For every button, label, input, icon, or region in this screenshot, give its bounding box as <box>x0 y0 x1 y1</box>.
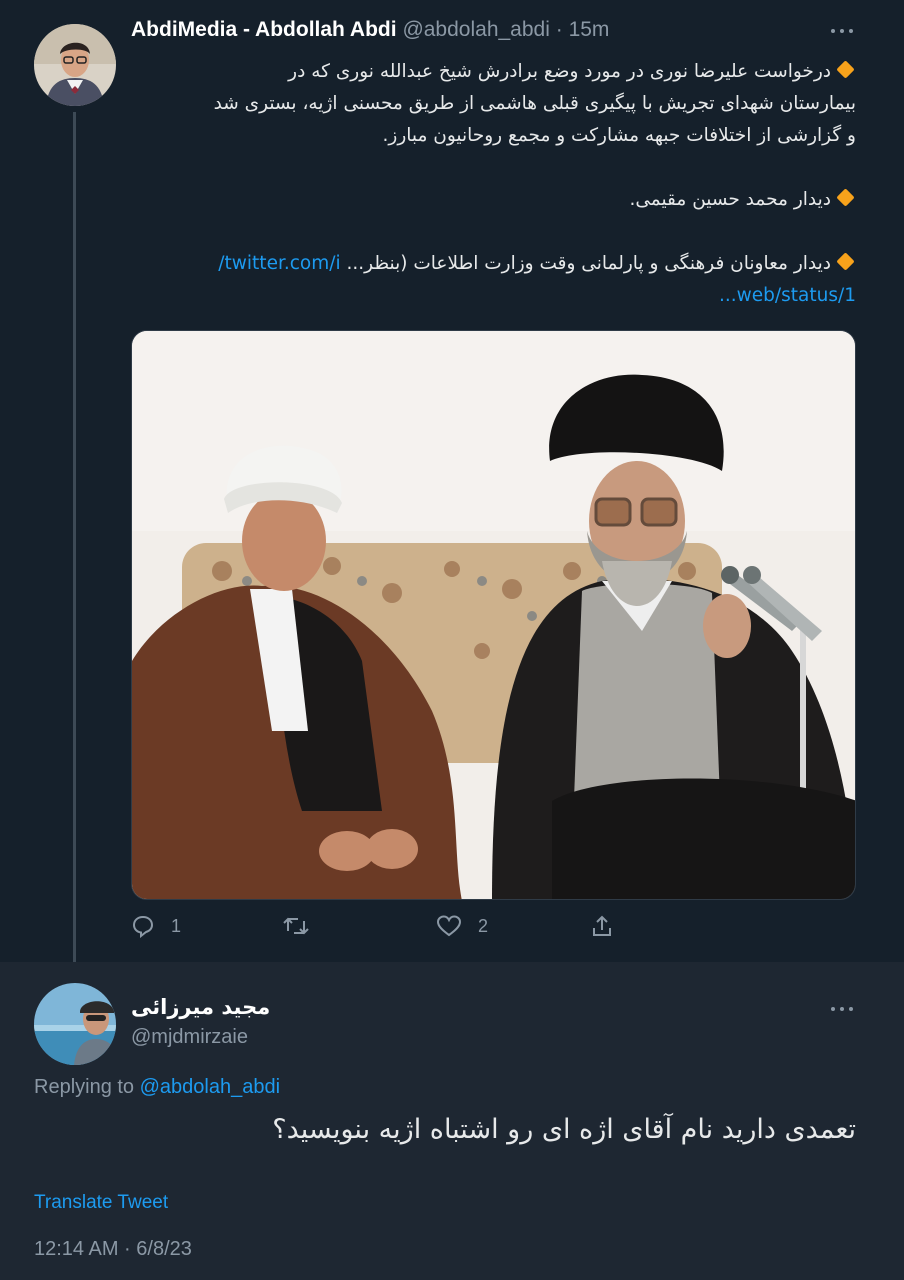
reply-text: تعمدی دارید نام آقای اژه ای رو اشتباه اژ… <box>272 1114 856 1145</box>
reply-icon <box>132 915 154 938</box>
avatar-image <box>34 983 116 1065</box>
tweet-paragraph-2: دیدار محمد حسین مقیمی. <box>131 184 856 216</box>
thread-line <box>73 112 76 974</box>
orange-diamond-icon <box>836 60 855 79</box>
replying-label: Replying to <box>34 1076 135 1098</box>
like-count: 2 <box>478 915 489 936</box>
tweet-paragraph-3: دیدار معاونان فرهنگی و پارلمانی وقت وزار… <box>131 248 856 280</box>
orange-diamond-icon <box>836 252 855 271</box>
avatar-abdolah[interactable] <box>34 24 116 106</box>
orange-diamond-icon <box>836 188 855 207</box>
tweet-actions: 1 2 <box>131 914 731 944</box>
translate-tweet-link[interactable]: Translate Tweet <box>34 1192 168 1214</box>
time-ago[interactable]: 15m <box>569 18 610 41</box>
reply-handle[interactable]: @mjdmirzaie <box>131 1026 248 1049</box>
avatar-mjdmirzaie[interactable] <box>34 983 116 1065</box>
replying-to: Replying to @abdolah_abdi <box>34 1076 280 1099</box>
more-icon[interactable] <box>831 26 859 36</box>
like-icon <box>436 915 462 937</box>
share-icon <box>593 915 611 936</box>
reply-display-name[interactable]: مجید میرزائی <box>131 995 270 1019</box>
reply-button[interactable]: 1 <box>131 914 181 938</box>
retweet-button[interactable] <box>282 914 326 938</box>
like-button[interactable]: 2 <box>436 914 488 938</box>
handle[interactable]: @abdolah_abdi <box>402 18 549 41</box>
tweet-main: AbdiMedia - Abdollah Abdi @abdolah_abdi … <box>0 0 904 974</box>
tweet-line-2: بیمارستان شهدای تجریش با پیگیری قبلی هاش… <box>213 93 856 114</box>
tweet-link-continued: web/status/1... <box>131 280 856 312</box>
tweet-link-2[interactable]: web/status/1... <box>719 285 856 306</box>
tweet-header: AbdiMedia - Abdollah Abdi @abdolah_abdi … <box>131 18 609 42</box>
reply-timestamp[interactable]: 12:14 AM · 6/8/23 <box>34 1238 192 1261</box>
display-name[interactable]: AbdiMedia - Abdollah Abdi <box>131 18 397 41</box>
tweet-photo[interactable] <box>131 330 856 900</box>
separator-dot: · <box>555 18 563 41</box>
more-icon[interactable] <box>831 1004 859 1014</box>
tweet-line-3: و گزارشی از اختلافات جبهه مشارکت و مجمع … <box>382 125 856 146</box>
share-button[interactable] <box>590 914 614 938</box>
avatar-image <box>34 24 116 106</box>
tweet-line-1: درخواست علیرضا نوری در مورد وضع برادرش ش… <box>131 56 856 88</box>
replying-to-handle[interactable]: @abdolah_abdi <box>140 1076 280 1098</box>
tweet-text: درخواست علیرضا نوری در مورد وضع برادرش ش… <box>131 56 856 312</box>
photo-image <box>132 331 855 899</box>
tweet-link[interactable]: twitter.com/i/ <box>218 253 340 274</box>
retweet-icon <box>283 917 309 935</box>
reply-count: 1 <box>171 915 182 936</box>
